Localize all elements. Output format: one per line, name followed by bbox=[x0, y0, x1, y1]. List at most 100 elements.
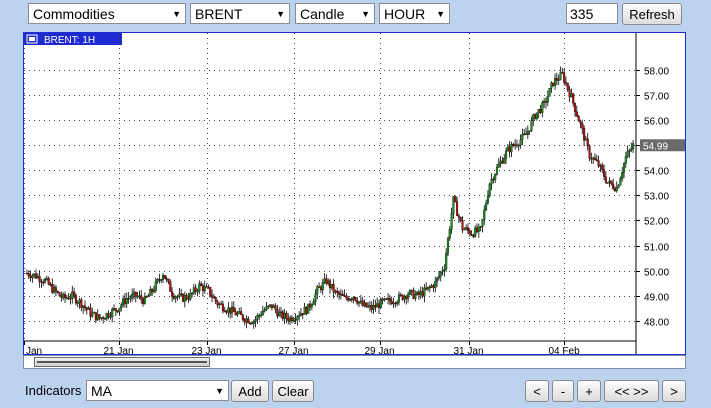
candle-body bbox=[261, 311, 264, 316]
symbol-select[interactable]: BRENT ▼ bbox=[190, 3, 290, 24]
candle-body bbox=[365, 302, 368, 308]
candle-body bbox=[218, 303, 221, 306]
candle-body bbox=[552, 82, 555, 86]
candle-body bbox=[118, 307, 121, 313]
scrollbar-thumb[interactable] bbox=[34, 357, 210, 367]
candle-body bbox=[56, 291, 59, 293]
candle-body bbox=[145, 296, 148, 298]
candle-body bbox=[359, 300, 362, 302]
candle-body bbox=[506, 146, 509, 152]
candle-body bbox=[194, 287, 197, 292]
candle-body bbox=[481, 219, 484, 227]
candle-body bbox=[421, 291, 424, 297]
candle-body bbox=[603, 169, 606, 177]
candle-body bbox=[430, 285, 433, 288]
price-chart[interactable]: BRENT: 1H 48.00 49.00 50.00 51.00 52.00 53.00… bbox=[23, 32, 686, 355]
candle-body bbox=[232, 306, 235, 312]
candle-body bbox=[452, 196, 455, 214]
scroll-forward-button[interactable]: > bbox=[662, 380, 686, 402]
candle-body bbox=[608, 180, 611, 183]
candle-body bbox=[169, 281, 172, 292]
candle-body bbox=[339, 293, 342, 296]
candle-body bbox=[347, 297, 350, 301]
candle-body bbox=[152, 290, 156, 292]
candle-body bbox=[160, 279, 163, 281]
candle-body bbox=[31, 275, 34, 279]
chevron-down-icon: ▼ bbox=[276, 8, 285, 19]
chevron-down-icon: ▼ bbox=[172, 8, 181, 19]
clear-indicators-button[interactable]: Clear bbox=[272, 380, 314, 402]
candle-body bbox=[503, 158, 506, 164]
candle-body bbox=[437, 275, 440, 279]
x-tick-label: 27 Jan bbox=[279, 346, 309, 354]
candle-body bbox=[441, 270, 444, 273]
candle-body bbox=[459, 216, 462, 221]
candle-body bbox=[103, 318, 106, 320]
candle-body bbox=[303, 306, 306, 315]
candle-body bbox=[83, 305, 87, 308]
candle-body bbox=[338, 292, 341, 295]
candle-body bbox=[396, 301, 399, 304]
candle-body bbox=[419, 291, 422, 295]
candle-body bbox=[332, 284, 335, 293]
candle-body bbox=[490, 178, 493, 185]
candle-body bbox=[223, 310, 226, 312]
candle-body bbox=[116, 310, 119, 313]
candle-body bbox=[597, 160, 600, 167]
y-tick-label: 54.00 bbox=[644, 167, 669, 178]
candle-body bbox=[479, 226, 482, 228]
candle-body bbox=[448, 229, 451, 239]
candle-body bbox=[76, 302, 79, 304]
refresh-button[interactable]: Refresh bbox=[622, 3, 682, 25]
chart-scrollbar[interactable] bbox=[23, 355, 686, 369]
candle-body bbox=[196, 290, 199, 293]
candle-body bbox=[523, 133, 526, 135]
x-tick-label: Jan bbox=[26, 346, 42, 354]
market-select[interactable]: Commodities ▼ bbox=[28, 3, 186, 24]
zoom-in-button[interactable]: + bbox=[577, 380, 601, 402]
fit-all-button[interactable]: << >> bbox=[604, 380, 659, 402]
candle-body bbox=[127, 297, 130, 300]
candle-body bbox=[278, 311, 281, 317]
candle-body bbox=[123, 298, 126, 304]
chart-type-select[interactable]: Candle ▼ bbox=[295, 3, 375, 24]
candle-body bbox=[171, 291, 174, 297]
candle-body bbox=[250, 322, 254, 325]
candle-body bbox=[428, 286, 431, 289]
candle-body bbox=[579, 121, 582, 124]
candle-body bbox=[143, 296, 146, 304]
candle-body bbox=[38, 275, 41, 282]
candle-body bbox=[492, 178, 495, 181]
candle-body bbox=[167, 278, 170, 282]
count-input[interactable]: 335 bbox=[566, 3, 618, 24]
candle-body bbox=[310, 304, 313, 308]
candle-body bbox=[299, 313, 303, 316]
candle-body bbox=[539, 108, 542, 113]
candle-body bbox=[73, 291, 76, 296]
candle-series bbox=[25, 66, 635, 329]
candle-body bbox=[488, 183, 491, 196]
candle-body bbox=[434, 281, 437, 289]
candle-body bbox=[461, 219, 464, 230]
candle-body bbox=[601, 164, 604, 170]
candle-body bbox=[414, 294, 417, 299]
interval-select[interactable]: HOUR ▼ bbox=[379, 3, 450, 24]
indicator-select[interactable]: MA ▼ bbox=[86, 380, 229, 401]
scroll-back-button[interactable]: < bbox=[525, 380, 549, 402]
add-indicator-button[interactable]: Add bbox=[231, 380, 269, 402]
candle-body bbox=[568, 89, 571, 98]
candle-body bbox=[357, 301, 361, 304]
candle-body bbox=[112, 308, 116, 310]
candle-body bbox=[401, 294, 404, 300]
chart-grid bbox=[24, 33, 637, 354]
candle-body bbox=[42, 281, 45, 284]
candle-body bbox=[466, 227, 469, 231]
candle-body bbox=[561, 72, 564, 74]
candle-body bbox=[508, 146, 511, 153]
candle-body bbox=[388, 298, 391, 302]
candle-body bbox=[281, 311, 284, 319]
zoom-out-button[interactable]: - bbox=[552, 380, 574, 402]
candle-body bbox=[240, 311, 243, 315]
candle-body bbox=[269, 304, 272, 306]
candle-body bbox=[546, 96, 549, 103]
